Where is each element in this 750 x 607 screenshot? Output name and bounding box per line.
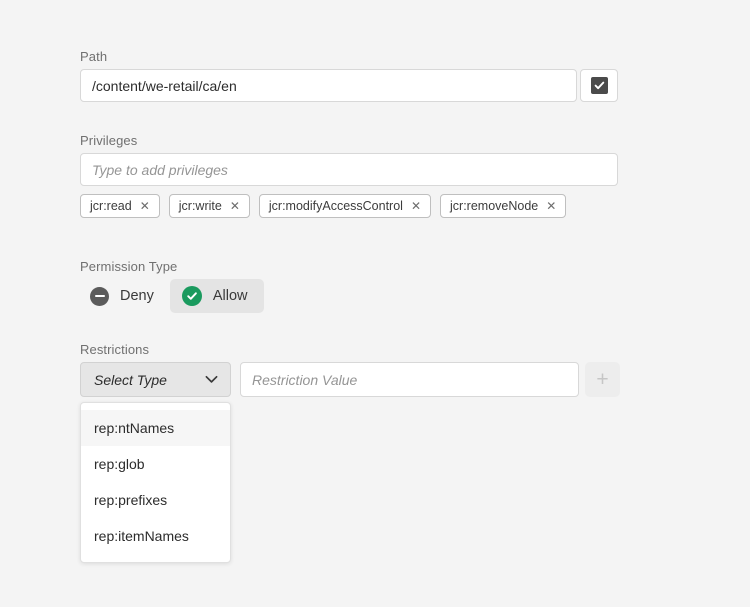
dropdown-option-rep-itemnames[interactable]: rep:itemNames bbox=[81, 518, 230, 554]
privileges-label: Privileges bbox=[80, 133, 618, 149]
restrictions-label: Restrictions bbox=[80, 342, 618, 358]
permission-type-options: Deny Allow bbox=[78, 279, 264, 313]
permission-option-deny-label: Deny bbox=[120, 288, 154, 304]
restriction-type-dropdown: rep:ntNames rep:glob rep:prefixes rep:it… bbox=[80, 402, 231, 563]
restriction-type-select-value: Select Type bbox=[94, 372, 167, 388]
path-row bbox=[80, 69, 618, 102]
dropdown-option-rep-glob[interactable]: rep:glob bbox=[81, 446, 230, 482]
close-icon[interactable]: ✕ bbox=[411, 200, 421, 212]
privilege-chip[interactable]: jcr:write ✕ bbox=[169, 194, 250, 218]
restriction-type-select[interactable]: Select Type bbox=[80, 362, 231, 397]
privilege-chip-label: jcr:modifyAccessControl bbox=[269, 199, 403, 213]
check-circle-icon bbox=[182, 286, 202, 306]
path-label: Path bbox=[80, 49, 618, 65]
permission-type-label: Permission Type bbox=[80, 259, 177, 275]
privileges-input[interactable] bbox=[80, 153, 618, 186]
minus-circle-icon bbox=[90, 287, 109, 306]
close-icon[interactable]: ✕ bbox=[546, 200, 556, 212]
dropdown-option-rep-prefixes[interactable]: rep:prefixes bbox=[81, 482, 230, 518]
permission-option-deny[interactable]: Deny bbox=[78, 279, 170, 313]
permission-type-group: Permission Type Deny Allow bbox=[80, 259, 177, 275]
privilege-chip-label: jcr:read bbox=[90, 199, 132, 213]
privileges-chip-list: jcr:read ✕ jcr:write ✕ jcr:modifyAccessC… bbox=[80, 194, 566, 218]
permission-option-allow-label: Allow bbox=[213, 288, 248, 304]
privilege-chip-label: jcr:removeNode bbox=[450, 199, 538, 213]
chevron-down-icon bbox=[205, 371, 218, 389]
add-restriction-button[interactable]: + bbox=[585, 362, 620, 397]
path-input[interactable] bbox=[80, 69, 577, 102]
close-icon[interactable]: ✕ bbox=[140, 200, 150, 212]
checkmark-icon bbox=[591, 77, 608, 94]
privilege-chip[interactable]: jcr:modifyAccessControl ✕ bbox=[259, 194, 431, 218]
privilege-chip-label: jcr:write bbox=[179, 199, 222, 213]
restrictions-group: Restrictions Select Type + rep:ntNames r… bbox=[80, 342, 618, 358]
close-icon[interactable]: ✕ bbox=[230, 200, 240, 212]
privilege-chip[interactable]: jcr:removeNode ✕ bbox=[440, 194, 566, 218]
privilege-chip[interactable]: jcr:read ✕ bbox=[80, 194, 160, 218]
privileges-field-group: Privileges jcr:read ✕ jcr:write ✕ jcr:mo… bbox=[80, 133, 618, 149]
restrictions-row: Select Type + bbox=[80, 362, 620, 397]
permission-option-allow[interactable]: Allow bbox=[170, 279, 264, 313]
path-confirm-button[interactable] bbox=[580, 69, 618, 102]
path-field-group: Path bbox=[80, 49, 618, 65]
restriction-value-input[interactable] bbox=[240, 362, 579, 397]
dropdown-option-rep-ntnames[interactable]: rep:ntNames bbox=[81, 410, 230, 446]
